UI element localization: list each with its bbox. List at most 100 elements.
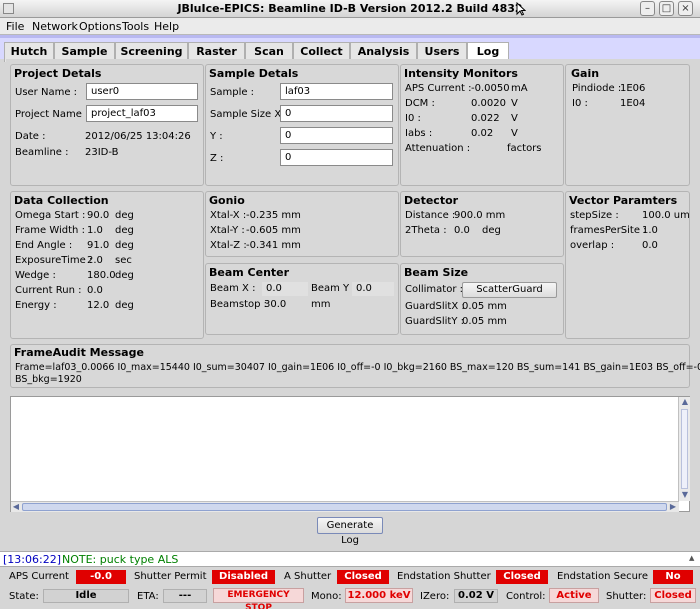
mono-label: Mono: [311,591,342,602]
attenuation-label: Attenuation : [405,143,471,154]
wedge-label: Wedge : [15,270,56,281]
shutter-label: Shutter: [606,591,647,602]
user-name-field[interactable]: user0 [86,83,198,100]
frame-audit-line1: Frame=laf03_0.0066 I0_max=15440 I0_sum=3… [15,362,700,373]
menu-options[interactable]: Options [79,20,121,33]
exposure-time-label: ExposureTime : [15,255,93,266]
current-run-label: Current Run : [15,285,82,296]
omega-start-unit: deg [115,210,134,221]
panel-title: Gonio [209,194,245,207]
wedge-unit: deg [115,270,134,281]
gonio-panel: Gonio Xtal-X : -0.235 mm Xtal-Y : -0.605… [205,191,399,257]
state-value: Idle [43,589,129,603]
collimator-selector[interactable]: ScatterGuard [462,282,557,298]
iabs-label: Iabs : [405,128,433,139]
current-run-value: 0.0 [87,285,103,296]
beamstop-unit: mm [311,299,331,310]
status-message-line: [13:06:22] NOTE: puck type ALS ▲ [0,551,700,567]
project-name-field[interactable]: project_laf03 [86,105,198,122]
end-angle-value: 91.0 [87,240,110,251]
i0-label: I0 : [405,113,421,124]
shutter-value[interactable]: Closed [650,588,696,603]
beam-size-panel: Beam Size Collimator : ScatterGuard Guar… [400,263,564,335]
omega-start-label: Omega Start : [15,210,86,221]
xtal-y-value: -0.605 mm [246,225,301,236]
sample-z-field[interactable]: 0 [280,149,393,166]
beam-x-label: Beam X : [210,283,256,294]
horizontal-scrollbar[interactable]: ◀ ▶ [11,501,679,512]
guard-slit-x-label: GuardSlitX : [405,301,465,312]
izero-value: 0.02 V [454,589,498,603]
project-name-label: Project Name : [15,109,89,120]
endstation-secure-value: No [653,570,693,584]
maximize-icon[interactable]: □ [659,1,674,16]
frame-width-value: 1.0 [87,225,103,236]
minimize-icon[interactable]: – [640,1,655,16]
date-label: Date : [15,131,46,142]
sample-size-x-field[interactable]: 0 [280,105,393,122]
aps-current-label: APS Current : [405,83,472,94]
menu-help[interactable]: Help [154,20,179,33]
eta-value: --- [163,589,207,603]
sample-z-label: Z : [210,153,224,164]
date-value: 2012/06/25 13:04:26 [85,131,191,142]
panel-title: FrameAudit Message [14,346,144,359]
menu-file[interactable]: File [6,20,24,33]
frames-per-site-label: framesPerSite : [570,225,647,236]
xtal-x-value: -0.235 mm [246,210,301,221]
panel-title: Detector [404,194,459,207]
iabs-value: 0.02 [471,128,494,139]
scroll-up-icon[interactable]: ▲ [679,397,691,406]
menu-network[interactable]: Network [32,20,78,33]
beamstop-value: 30.0 [264,299,287,310]
omega-start-value: 90.0 [87,210,110,221]
vertical-scrollbar[interactable]: ▲ ▼ [678,397,690,501]
iabs-unit: V [511,128,518,139]
aps-current-unit: mA [511,83,528,94]
state-label: State: [9,591,39,602]
beamline-value: 23ID-B [85,147,119,158]
pindiode-label: Pindiode : [572,83,622,94]
intensity-monitors-panel: Intensity Monitors APS Current : -0.0050… [400,64,564,186]
menu-tools[interactable]: Tools [122,20,149,33]
shutter-permit-value: Disabled [212,570,275,584]
status-scroll-icon[interactable]: ▲ [689,554,694,562]
status-timestamp: [13:06:22] [3,553,61,566]
control-value[interactable]: Active [549,588,599,603]
panel-title: Vector Paramters [569,194,678,207]
end-angle-label: End Angle : [15,240,73,251]
log-text-area[interactable]: ▲ ▼ ◀ ▶ [10,396,690,512]
sample-y-field[interactable]: 0 [280,127,393,144]
vertical-scroll-thumb[interactable] [681,409,688,489]
step-size-value: 100.0 um [642,210,690,221]
beamline-status-bar: APS Current -0.0 Shutter Permit Disabled… [0,568,700,609]
guard-slit-x-value: 0.05 mm [462,301,507,312]
panel-title: Gain [571,67,600,80]
project-details-panel: Project Detals User Name : user0 Project… [10,64,204,186]
sample-field[interactable]: laf03 [280,83,393,100]
panel-title: Beam Size [404,266,469,279]
scroll-right-icon[interactable]: ▶ [668,502,678,511]
guard-slit-y-value: 0.05 mm [462,316,507,327]
frames-per-site-value: 1.0 [642,225,658,236]
horizontal-scroll-thumb[interactable] [22,503,667,511]
emergency-stop-button[interactable]: EMERGENCY STOP [213,588,304,609]
endstation-secure-label: Endstation Secure [557,571,648,582]
control-label: Control: [506,591,546,602]
close-icon[interactable]: × [678,1,693,16]
beam-x-value: 0.0 [262,282,308,296]
dcm-label: DCM : [405,98,435,109]
window-titlebar: JBluIce-EPICS: Beamline ID-B Version 201… [0,0,700,18]
frame-width-label: Frame Width : [15,225,85,236]
scroll-left-icon[interactable]: ◀ [11,502,21,511]
frame-width-unit: deg [115,225,134,236]
scroll-down-icon[interactable]: ▼ [679,490,691,499]
beam-y-value: 0.0 [352,282,394,296]
overlap-value: 0.0 [642,240,658,251]
generate-log-button[interactable]: Generate Log [317,517,383,546]
frame-audit-panel: FrameAudit Message Frame=laf03_0.0066 I0… [10,344,700,388]
gain-panel: Gain Pindiode : 1E06 I0 : 1E04 [565,64,690,186]
log-tab-content: Project Detals User Name : user0 Project… [6,59,700,546]
a-shutter-value: Closed [337,570,389,584]
aps-current-status-value: -0.0 [76,570,126,584]
